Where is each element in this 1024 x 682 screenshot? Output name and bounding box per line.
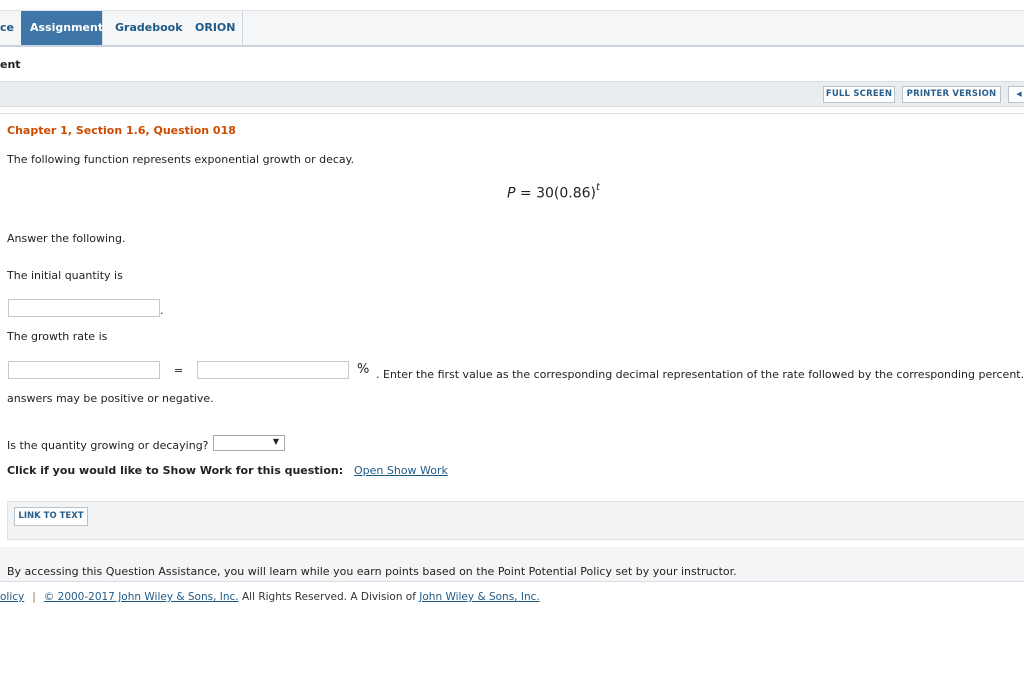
formula-exponent: t <box>596 182 600 193</box>
tab-assignment[interactable]: Assignment <box>21 11 103 45</box>
policy-link[interactable]: olicy <box>0 591 24 603</box>
growing-decaying-label: Is the quantity growing or decaying? <box>7 439 209 452</box>
full-screen-button[interactable]: FULL SCREEN <box>823 86 895 103</box>
link-panel <box>7 501 1024 540</box>
tab-orion[interactable]: ORION <box>186 11 242 45</box>
growth-rate-hint: . Enter the first value as the correspon… <box>376 368 1024 381</box>
sign-note: answers may be positive or negative. <box>7 392 214 405</box>
rights-text: All Rights Reserved. A Division of <box>238 591 420 603</box>
initial-quantity-label: The initial quantity is <box>7 269 123 282</box>
answer-prompt: Answer the following. <box>7 232 126 245</box>
growth-rate-percent-input[interactable] <box>197 361 349 379</box>
show-work-label: Click if you would like to Show Work for… <box>7 464 344 477</box>
formula-variable: P <box>507 185 516 202</box>
copyright-link[interactable]: © 2000-2017 John Wiley & Sons, Inc. <box>44 591 239 603</box>
tab-gradebook[interactable]: Gradebook <box>106 11 186 45</box>
question-title: Chapter 1, Section 1.6, Question 018 <box>7 124 236 137</box>
back-arrow-icon[interactable]: ◀ <box>1008 86 1024 103</box>
company-link[interactable]: John Wiley & Sons, Inc. <box>419 591 539 603</box>
top-tab-bar: ce Assignment Gradebook ORION <box>0 10 1024 47</box>
equals-sign: = <box>174 364 184 377</box>
growth-rate-decimal-input[interactable] <box>8 361 160 379</box>
formula-body: = 30(0.86) <box>519 185 596 202</box>
footer: olicy | © 2000-2017 John Wiley & Sons, Inc… <box>0 591 540 603</box>
dropdown-arrow-icon: ▼ <box>272 437 279 446</box>
tab-divider <box>242 11 243 45</box>
open-show-work-link[interactable]: Open Show Work <box>354 464 448 477</box>
divider <box>0 113 1024 114</box>
formula: P = 30(0.86)t <box>507 182 600 202</box>
tab-resources-partial[interactable]: ce <box>0 11 17 45</box>
initial-period: . <box>160 304 164 317</box>
percent-sign: % <box>357 362 370 377</box>
growth-rate-label: The growth rate is <box>7 330 108 343</box>
link-to-text-button[interactable]: LINK TO TEXT <box>14 507 88 526</box>
footer-separator: | <box>32 591 36 603</box>
policy-text: By accessing this Question Assistance, y… <box>7 565 737 578</box>
growing-decaying-select[interactable]: ▼ <box>213 435 285 451</box>
initial-quantity-input[interactable] <box>8 299 160 317</box>
page-heading: ent <box>0 58 21 71</box>
printer-version-button[interactable]: PRINTER VERSION <box>902 86 1001 103</box>
question-intro: The following function represents expone… <box>7 153 355 166</box>
question-toolbar: FULL SCREEN PRINTER VERSION ◀ <box>0 81 1024 107</box>
